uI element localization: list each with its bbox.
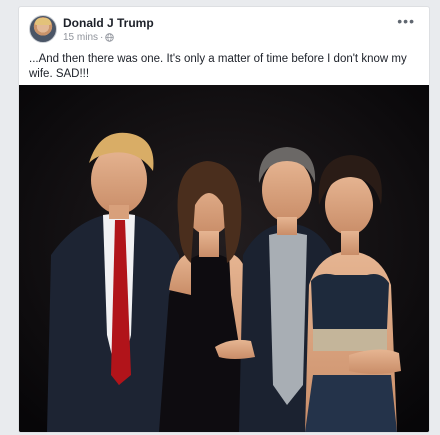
- post-card: Donald J Trump 15 mins · ••• ...And then…: [18, 6, 430, 433]
- meta-separator: ·: [100, 32, 104, 43]
- more-options-icon[interactable]: •••: [397, 14, 415, 28]
- avatar-hair: [35, 18, 51, 25]
- post-meta: 15 mins ·: [63, 32, 115, 43]
- post-timestamp[interactable]: 15 mins: [63, 32, 98, 43]
- post-photo[interactable]: [19, 85, 429, 432]
- post-author-name[interactable]: Donald J Trump: [63, 16, 154, 30]
- author-avatar[interactable]: [29, 15, 57, 43]
- globe-icon[interactable]: [105, 33, 115, 42]
- post-text: ...And then there was one. It's only a m…: [29, 53, 407, 80]
